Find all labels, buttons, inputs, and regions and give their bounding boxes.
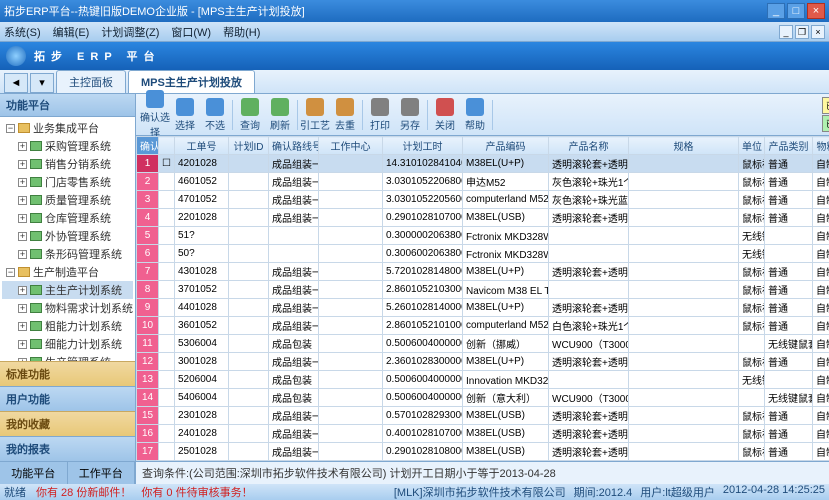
tbtn-4[interactable]: 刷新: [265, 98, 295, 132]
tree-item[interactable]: +细能力计划系统: [2, 335, 133, 353]
col-header[interactable]: 计划ID: [229, 137, 269, 155]
menubar: 系统(S) 编辑(E) 计划调整(Z) 窗口(W) 帮助(H) _ ❐ ×: [0, 22, 829, 42]
table-row[interactable]: 34701052成品组装一部3.0301052205600000computer…: [137, 191, 829, 209]
tab-prev-icon[interactable]: ◄: [4, 73, 28, 93]
mdi-minimize[interactable]: _: [779, 25, 793, 39]
menu-edit[interactable]: 编辑(E): [53, 24, 90, 40]
status-mail[interactable]: 你有 28 份新邮件！: [36, 484, 131, 500]
tree-item[interactable]: +外协管理系统: [2, 227, 133, 245]
tbtn-1[interactable]: 选择: [170, 98, 200, 132]
side-btn-user[interactable]: 用户功能: [0, 386, 135, 411]
tree-group[interactable]: −生产制造平台: [2, 263, 133, 281]
status-user: 用户:lt超级用户: [640, 484, 715, 500]
bottom-tab-work[interactable]: 工作平台: [68, 462, 136, 484]
col-header[interactable]: 单位: [739, 137, 765, 155]
side-btn-standard[interactable]: 标准功能: [0, 361, 135, 386]
tbtn-5[interactable]: 引工艺: [300, 98, 330, 132]
query-bar: 查询条件:(公司范围:深圳市拓步软件技术有限公司) 计划开工日期小于等于2013…: [136, 461, 829, 484]
tree-item[interactable]: +生产管理系统: [2, 353, 133, 361]
minimize-button[interactable]: _: [767, 3, 785, 19]
table-row[interactable]: 42201028成品组装一部0.2901028107000000M38EL(US…: [137, 209, 829, 227]
banner-title: 拓步 ERP 平台: [34, 48, 161, 64]
statusbar: 就绪 你有 28 份新邮件！ 你有 0 件待审核事务！ [MLK]深圳市拓步软件…: [0, 484, 829, 500]
side-btn-favorites[interactable]: 我的收藏: [0, 411, 135, 436]
menu-system[interactable]: 系统(S): [4, 24, 41, 40]
tbtn-7[interactable]: 打印: [365, 98, 395, 132]
tbtn-3[interactable]: 查询: [235, 98, 265, 132]
table-row[interactable]: 123001028成品组装一部2.3601028300000000M38EL(U…: [137, 353, 829, 371]
toolbar: 确认选择选择不选查询刷新引工艺去重打印另存关闭帮助 已脱期 已修改 已投放 新增…: [136, 94, 829, 136]
tbtn-9[interactable]: 关闭: [430, 98, 460, 132]
col-header[interactable]: 确认路线号: [269, 137, 319, 155]
menu-plan[interactable]: 计划调整(Z): [101, 24, 159, 40]
status-company: [MLK]深圳市拓步软件技术有限公司: [394, 484, 566, 500]
table-row[interactable]: 650?0.3006002063800012Fctronix MKD328W 彩…: [137, 245, 829, 263]
table-row[interactable]: 24601052成品组装一部3.0301052206800000申达M52灰色滚…: [137, 173, 829, 191]
table-row[interactable]: 551?0.3000002063800012Fctronix MKD328W 彩…: [137, 227, 829, 245]
window-titlebar: 拓步ERP平台--热键旧版DEMO企业版 - [MPS主生产计划投放] _ □ …: [0, 0, 829, 22]
tree-item[interactable]: +质量管理系统: [2, 191, 133, 209]
menu-window[interactable]: 窗口(W): [171, 24, 211, 40]
maximize-button[interactable]: □: [787, 3, 805, 19]
sidebar-header: 功能平台: [0, 94, 135, 117]
col-header[interactable]: 确认选择: [137, 137, 159, 155]
window-title: 拓步ERP平台--热键旧版DEMO企业版 - [MPS主生产计划投放]: [4, 3, 765, 19]
nav-tree[interactable]: −业务集成平台+采购管理系统+销售分销系统+门店零售系统+质量管理系统+仓库管理…: [0, 117, 135, 361]
tabstrip: ◄ ▾ 主控面板 MPS主生产计划投放: [0, 70, 829, 94]
status-audit[interactable]: 你有 0 件待审核事务！: [141, 484, 252, 500]
tab-list-icon[interactable]: ▾: [30, 73, 54, 93]
table-row[interactable]: 145406004成品包装0.5006004000000000创新（意大利）WC…: [137, 389, 829, 407]
status-ready: 就绪: [4, 484, 26, 500]
tbtn-2[interactable]: 不选: [200, 98, 230, 132]
tree-item[interactable]: +门店零售系统: [2, 173, 133, 191]
col-header[interactable]: 物料类型: [813, 137, 829, 155]
tree-group[interactable]: −业务集成平台: [2, 119, 133, 137]
mdi-restore[interactable]: ❐: [795, 25, 809, 39]
banner: 拓步 ERP 平台: [0, 42, 829, 70]
menu-help[interactable]: 帮助(H): [223, 24, 260, 40]
col-header[interactable]: 产品类别: [765, 137, 813, 155]
side-btn-reports[interactable]: 我的报表: [0, 436, 135, 461]
table-row[interactable]: 103601052成品组装一部2.8601052101000000compute…: [137, 317, 829, 335]
status-badges: 已脱期 已修改 已投放 新增加: [822, 97, 829, 132]
table-row[interactable]: 115306004成品包装0.5006004000000000创新（挪威）WCU…: [137, 335, 829, 353]
status-period: 期间:2012.4: [574, 484, 633, 500]
table-row[interactable]: 162401028成品组装一部0.4001028107000000M38EL(U…: [137, 425, 829, 443]
table-row[interactable]: 135206004成品包装0.5006004000000000Innovatio…: [137, 371, 829, 389]
col-header[interactable]: 产品编码: [463, 137, 549, 155]
tbtn-0[interactable]: 确认选择: [140, 90, 170, 139]
col-header[interactable]: 工单号: [175, 137, 229, 155]
col-header[interactable]: 工作中心: [319, 137, 383, 155]
badge-released: 已投放: [822, 115, 829, 132]
table-row[interactable]: 1☐4201028成品组装一部14.3101028410400000M38EL(…: [137, 155, 829, 173]
tree-item[interactable]: +采购管理系统: [2, 137, 133, 155]
tbtn-6[interactable]: 去重: [330, 98, 360, 132]
table-row[interactable]: 172501028成品组装一部0.2901028108000000M38EL(U…: [137, 443, 829, 461]
logo-icon: [6, 46, 26, 66]
table-row[interactable]: 94401028成品组装一部5.2601028140000000M38EL(U+…: [137, 299, 829, 317]
table-row[interactable]: 83701052成品组装一部2.8601052103000000Navicom …: [137, 281, 829, 299]
tbtn-8[interactable]: 另存: [395, 98, 425, 132]
tbtn-10[interactable]: 帮助: [460, 98, 490, 132]
table-row[interactable]: 152301028成品组装一部0.5701028293000000M38EL(U…: [137, 407, 829, 425]
table-row[interactable]: 74301028成品组装一部5.7201028148000000M38EL(U+…: [137, 263, 829, 281]
tree-item[interactable]: +粗能力计划系统: [2, 317, 133, 335]
tree-item[interactable]: +物料需求计划系统: [2, 299, 133, 317]
col-header[interactable]: 产品名称: [549, 137, 629, 155]
tree-item[interactable]: +主生产计划系统: [2, 281, 133, 299]
col-header[interactable]: 规格: [629, 137, 739, 155]
close-button[interactable]: ×: [807, 3, 825, 19]
data-grid[interactable]: 确认选择工单号计划ID确认路线号工作中心计划工时产品编码产品名称规格单位产品类别…: [136, 136, 829, 461]
col-header[interactable]: 计划工时: [383, 137, 463, 155]
status-time: 2012-04-28 14:25:25: [723, 484, 825, 500]
tree-item[interactable]: +条形码管理系统: [2, 245, 133, 263]
tree-item[interactable]: +仓库管理系统: [2, 209, 133, 227]
bottom-tab-func[interactable]: 功能平台: [0, 462, 68, 484]
badge-overdue: 已脱期: [822, 97, 829, 114]
tree-item[interactable]: +销售分销系统: [2, 155, 133, 173]
sidebar: 功能平台 −业务集成平台+采购管理系统+销售分销系统+门店零售系统+质量管理系统…: [0, 94, 136, 484]
tab-control-panel[interactable]: 主控面板: [56, 70, 126, 93]
col-header[interactable]: [159, 137, 175, 155]
mdi-close[interactable]: ×: [811, 25, 825, 39]
